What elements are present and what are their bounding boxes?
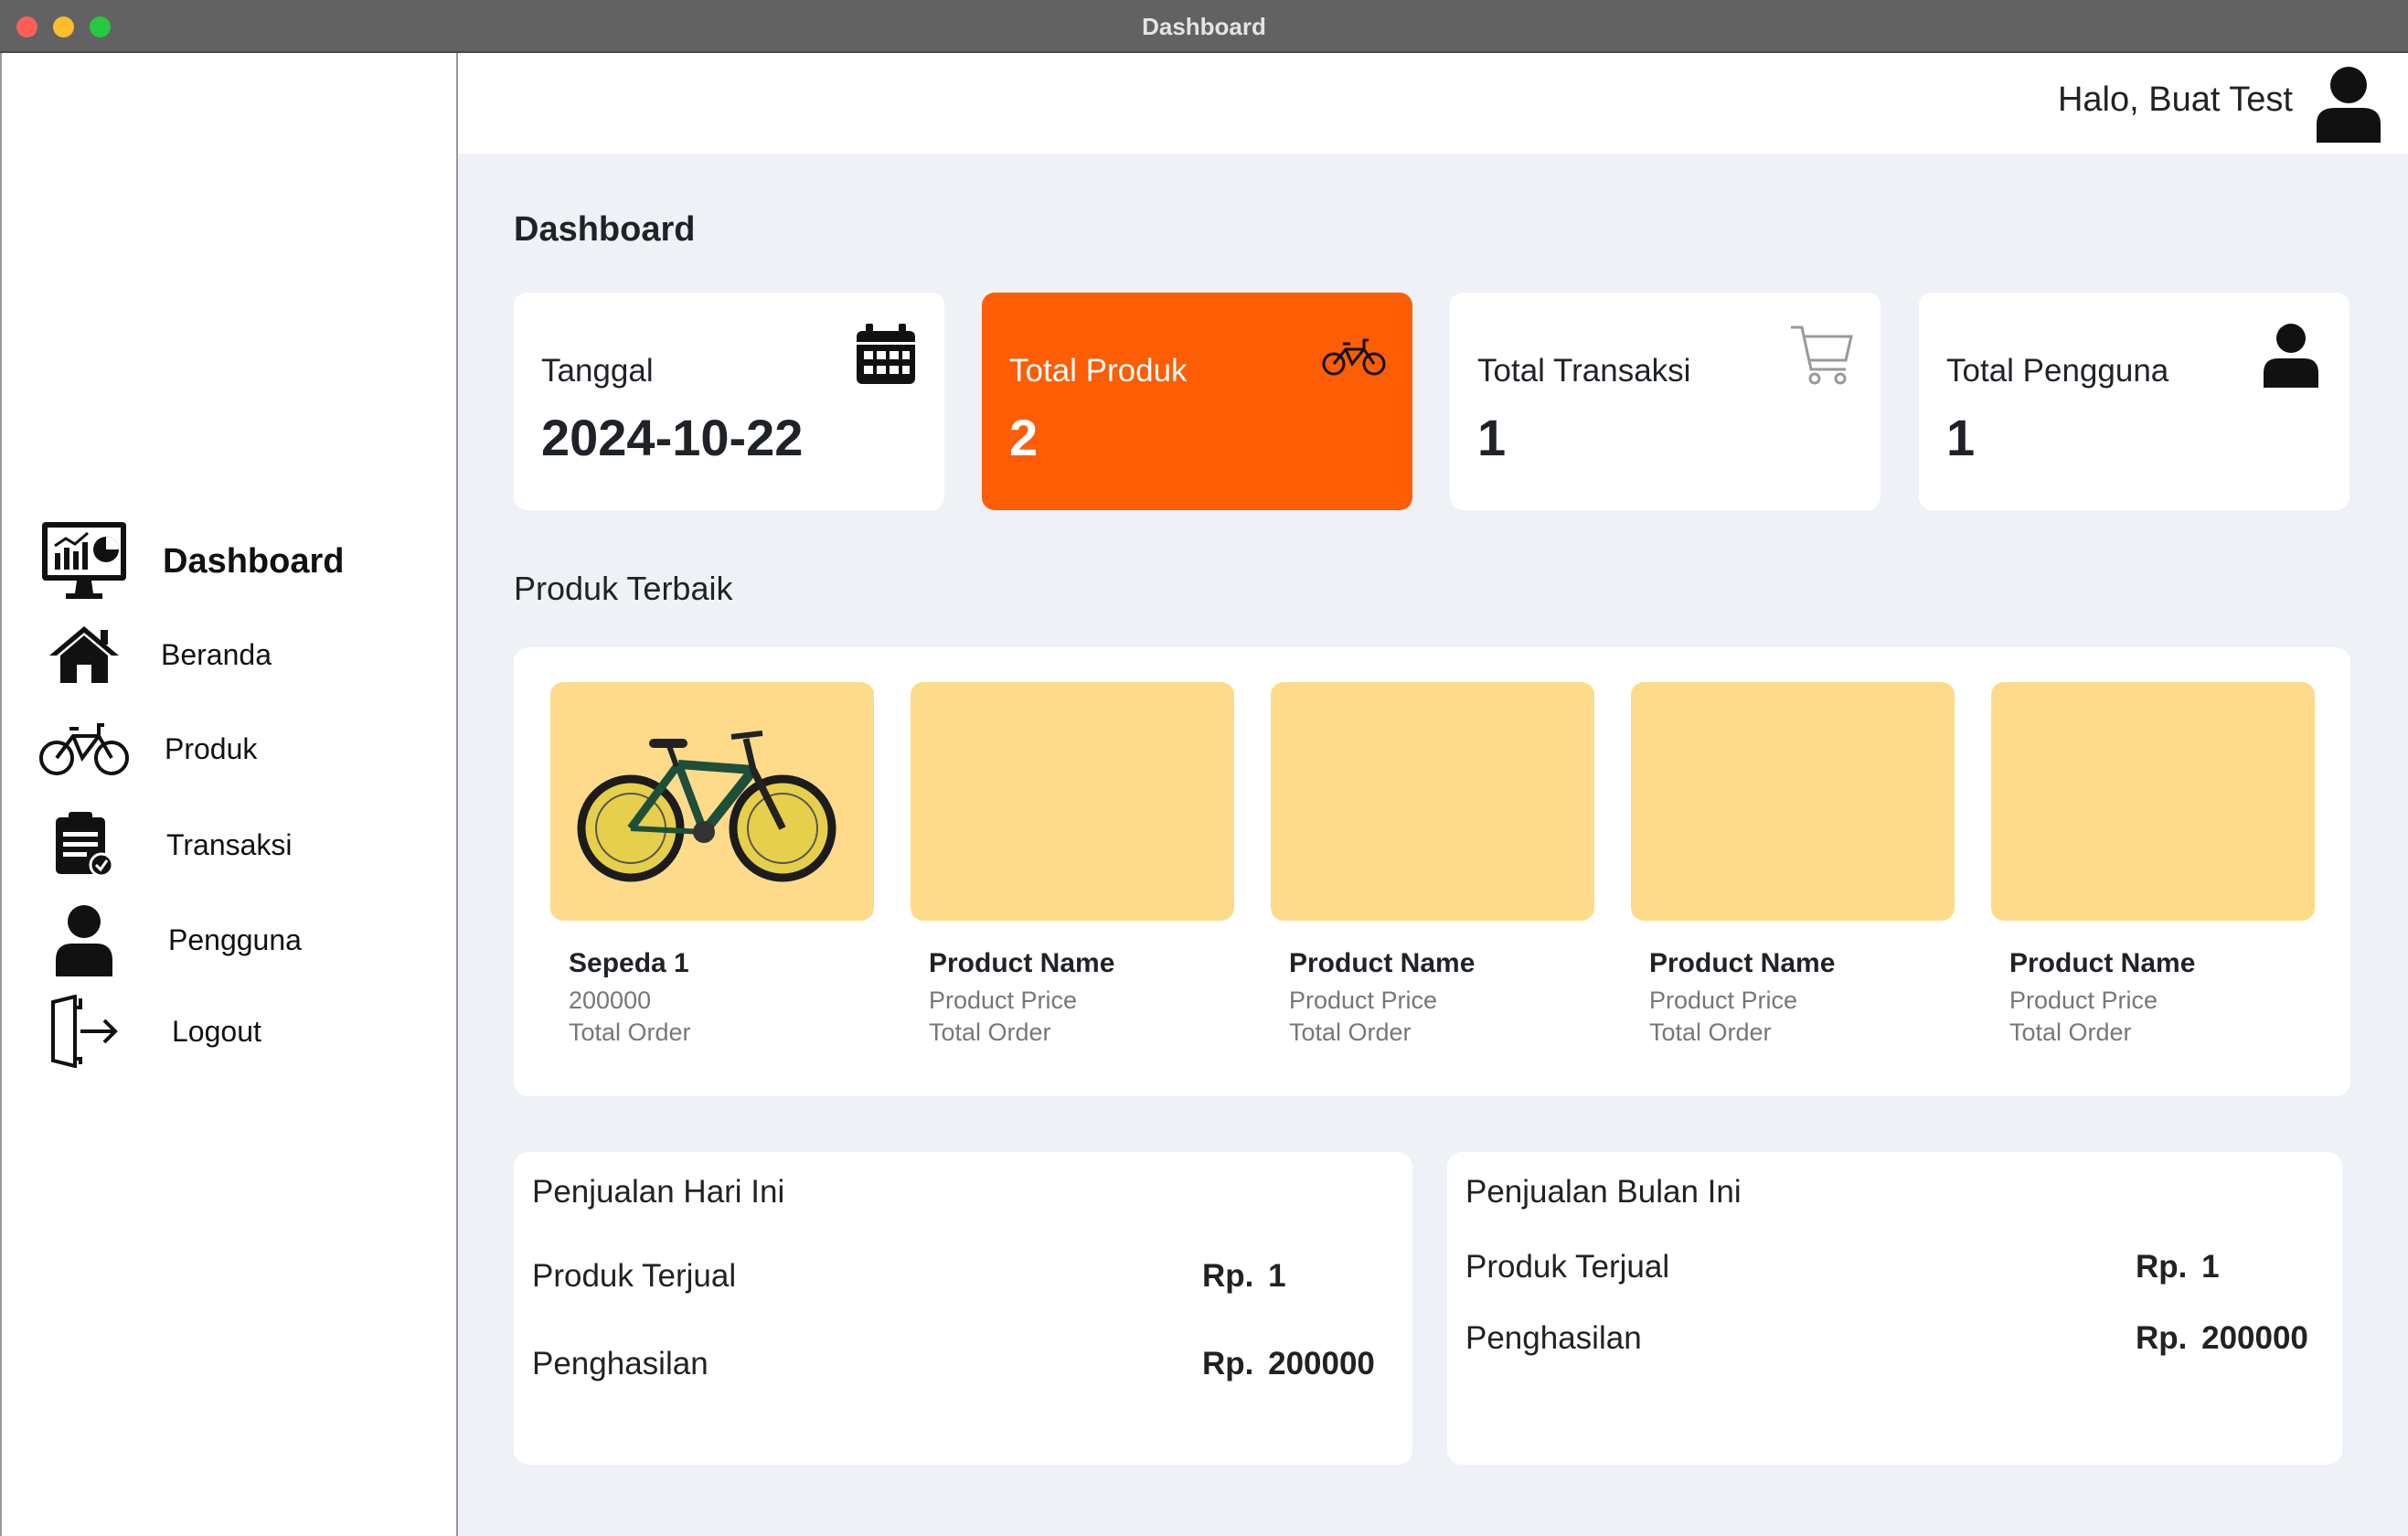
stat-label: Total Produk bbox=[1009, 353, 1188, 389]
product-image bbox=[1631, 682, 1955, 921]
best-products-title: Produk Terbaik bbox=[514, 570, 733, 607]
product-price: Product Price bbox=[2009, 987, 2158, 1014]
product-order: Total Order bbox=[1649, 1019, 1772, 1046]
product-card[interactable]: Product Name Product Price Total Order bbox=[1991, 682, 2315, 1047]
stat-value: 2 bbox=[1009, 409, 1039, 466]
product-image bbox=[1271, 682, 1594, 921]
product-card[interactable]: Product Name Product Price Total Order bbox=[1631, 682, 1955, 1047]
product-order: Total Order bbox=[2009, 1019, 2132, 1046]
bicycle-photo bbox=[577, 731, 836, 882]
sidebar-item-label: Transaksi bbox=[166, 827, 293, 861]
home-icon bbox=[38, 611, 130, 699]
sidebar-item-dashboard[interactable]: Dashboard bbox=[2, 517, 458, 605]
product-name: Sepeda 1 bbox=[569, 948, 689, 978]
income-label: Penghasilan bbox=[532, 1346, 709, 1381]
sold-label: Produk Terjual bbox=[532, 1258, 737, 1294]
income-value: Rp. 200000 bbox=[1202, 1346, 1375, 1381]
product-name: Product Name bbox=[929, 948, 1115, 978]
sold-value: Rp. 1 bbox=[2136, 1249, 2220, 1285]
sidebar-item-transaksi[interactable]: Transaksi bbox=[2, 801, 458, 889]
stat-label: Total Transaksi bbox=[1477, 353, 1691, 389]
user-icon bbox=[38, 896, 130, 984]
stat-value: 2024-10-22 bbox=[541, 409, 804, 466]
product-image bbox=[911, 682, 1234, 921]
bicycle-icon bbox=[38, 705, 130, 793]
sales-today-title: Penjualan Hari Ini bbox=[532, 1174, 785, 1210]
stat-card-total-pengguna: Total Pengguna 1 bbox=[1919, 293, 2349, 510]
income-value: Rp. 200000 bbox=[2136, 1320, 2308, 1356]
stat-label: Total Pengguna bbox=[1946, 353, 2169, 389]
best-products-panel: Sepeda 1 200000 Total Order Product Name… bbox=[514, 647, 2350, 1096]
window-title: Dashboard bbox=[1142, 13, 1266, 40]
product-name: Product Name bbox=[1289, 948, 1476, 978]
sidebar-item-label: Beranda bbox=[161, 637, 272, 671]
income-label: Penghasilan bbox=[1465, 1320, 1642, 1356]
sidebar-item-logout[interactable]: Logout bbox=[2, 987, 458, 1075]
sidebar-item-produk[interactable]: Produk bbox=[2, 705, 458, 793]
product-order: Total Order bbox=[1289, 1019, 1412, 1046]
top-bar: Halo, Buat Test bbox=[458, 53, 2408, 154]
avatar-icon[interactable] bbox=[2313, 66, 2384, 143]
sidebar-item-beranda[interactable]: Beranda bbox=[2, 611, 458, 699]
product-card[interactable]: Sepeda 1 200000 Total Order bbox=[550, 682, 874, 1047]
sold-label: Produk Terjual bbox=[1465, 1249, 1670, 1285]
sidebar-item-label: Logout bbox=[172, 1014, 261, 1048]
product-price: 200000 bbox=[569, 987, 652, 1014]
product-price: Product Price bbox=[1649, 987, 1798, 1014]
stat-card-tanggal: Tanggal 2024-10-22 bbox=[514, 293, 944, 510]
product-order: Total Order bbox=[569, 1019, 691, 1046]
stat-value: 1 bbox=[1946, 409, 1976, 466]
sales-today-panel: Penjualan Hari Ini Produk Terjual Rp. 1 … bbox=[514, 1152, 1412, 1465]
stat-card-total-transaksi: Total Transaksi 1 bbox=[1450, 293, 1881, 510]
sidebar-item-label: Produk bbox=[165, 731, 258, 765]
sales-month-panel: Penjualan Bulan Ini Produk Terjual Rp. 1… bbox=[1447, 1152, 2342, 1465]
clipboard-check-icon bbox=[38, 801, 130, 889]
product-order: Total Order bbox=[929, 1019, 1051, 1046]
product-name: Product Name bbox=[1649, 948, 1836, 978]
stat-value: 1 bbox=[1477, 409, 1507, 466]
sidebar-item-label: Pengguna bbox=[168, 923, 302, 956]
product-card[interactable]: Product Name Product Price Total Order bbox=[1271, 682, 1594, 1047]
stat-card-total-produk: Total Produk 2 bbox=[982, 293, 1412, 510]
user-greeting: Halo, Buat Test bbox=[2057, 80, 2293, 119]
calendar-icon bbox=[853, 322, 919, 388]
sold-value: Rp. 1 bbox=[1202, 1258, 1286, 1294]
user-icon bbox=[2258, 322, 2324, 388]
bicycle-icon bbox=[1321, 322, 1387, 388]
product-card[interactable]: Product Name Product Price Total Order bbox=[911, 682, 1234, 1047]
main-content: Halo, Buat Test Dashboard Tanggal 2024-1… bbox=[458, 53, 2408, 1536]
cart-icon bbox=[1789, 322, 1855, 388]
logout-door-icon bbox=[38, 987, 130, 1075]
window-titlebar: Dashboard bbox=[0, 0, 2408, 53]
sales-month-title: Penjualan Bulan Ini bbox=[1465, 1174, 1742, 1210]
dashboard-monitor-icon bbox=[38, 517, 130, 605]
product-name: Product Name bbox=[2009, 948, 2196, 978]
product-price: Product Price bbox=[1289, 987, 1438, 1014]
sidebar-item-label: Dashboard bbox=[163, 541, 345, 581]
product-image bbox=[550, 682, 874, 921]
stat-label: Tanggal bbox=[541, 353, 654, 389]
sidebar: Dashboard Beranda Produk Transaksi Pengg… bbox=[0, 53, 458, 1536]
product-price: Product Price bbox=[929, 987, 1078, 1014]
page-title: Dashboard bbox=[514, 210, 696, 249]
product-image bbox=[1991, 682, 2315, 921]
sidebar-item-pengguna[interactable]: Pengguna bbox=[2, 896, 458, 984]
